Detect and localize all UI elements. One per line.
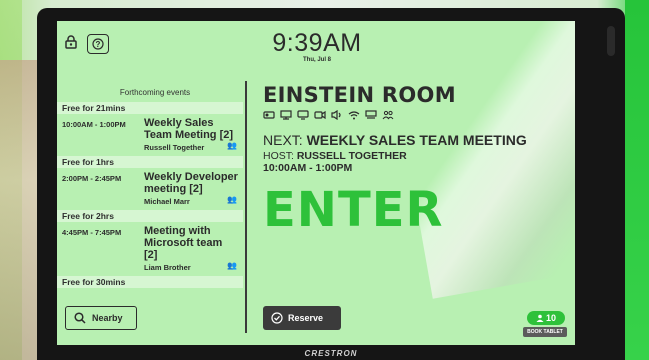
background-person (0, 60, 40, 360)
event-title: Meeting with Microsoft team [2] (144, 225, 223, 261)
schedule-event[interactable]: 4:45PM - 7:45PM Meeting with Microsoft t… (57, 222, 243, 276)
speaker-icon (331, 110, 343, 120)
background-right (625, 0, 649, 360)
panel-divider (245, 81, 247, 333)
check-circle-icon (271, 312, 283, 324)
capacity-badge: 10 (527, 311, 565, 325)
presentation-icon (280, 110, 292, 120)
wifi-icon (348, 110, 360, 120)
free-slot: Free for 21mins (57, 102, 243, 114)
host-prefix: HOST: (263, 150, 294, 162)
clock-time: 9:39AM (272, 29, 362, 57)
enter-button[interactable]: ENTER (263, 182, 563, 238)
question-icon: ? (92, 38, 104, 50)
event-time: 4:45PM - 7:45PM (62, 228, 122, 237)
book-tablet-label: BOOK TABLET (523, 327, 567, 337)
room-name: EINSTEIN ROOM (263, 83, 456, 107)
next-meeting-title: WEEKLY SALES TEAM MEETING (306, 132, 527, 148)
capacity-count: 10 (545, 313, 556, 323)
display-icon (365, 110, 377, 120)
top-icons: ? (65, 34, 109, 54)
free-slot: Free for 1hrs (57, 156, 243, 168)
next-meeting: NEXT: WEEKLY SALES TEAM MEETING (263, 132, 563, 149)
person-icon (536, 314, 544, 322)
schedule-event[interactable]: 10:00AM - 1:00PM Weekly Sales Team Meeti… (57, 114, 243, 156)
event-time: 2:00PM - 2:45PM (62, 174, 122, 183)
meeting-time: 10:00AM - 1:00PM (263, 162, 353, 174)
host-name: RUSSELL TOGETHER (296, 150, 407, 162)
svg-text:?: ? (96, 40, 101, 49)
event-title: Weekly Developer meeting [2] (144, 171, 238, 195)
schedule-title: Forthcoming events (119, 88, 191, 97)
room-booking-screen: ? 9:39AM Thu, Jul 8 Forthcoming events F… (57, 21, 575, 345)
schedule-event[interactable]: 2:00PM - 2:45PM Weekly Developer meeting… (57, 168, 243, 210)
camera-dot (607, 26, 615, 56)
brand-label: CRESTRON (304, 349, 358, 358)
attendees-icon: 👥 (227, 195, 237, 204)
video-camera-icon (314, 110, 326, 120)
reserve-button[interactable]: Reserve (263, 306, 341, 330)
room-status-panel: EINSTEIN ROOM NEXT: WEEKLY SALES TEAM ME… (263, 83, 563, 238)
projector-icon (263, 110, 275, 120)
next-prefix: NEXT: (263, 132, 303, 148)
nearby-label: Nearby (92, 313, 123, 323)
event-host: Liam Brother (144, 263, 191, 272)
nearby-button[interactable]: Nearby (65, 306, 137, 330)
host-line: HOST: RUSSELL TOGETHER (263, 150, 563, 162)
free-slot: Free for 30mins (57, 276, 243, 288)
help-button[interactable]: ? (87, 34, 109, 54)
attendees-icon: 👥 (227, 141, 237, 150)
clock: 9:39AM Thu, Jul 8 (267, 29, 367, 63)
event-host: Russell Together (144, 143, 205, 152)
lock-icon[interactable] (65, 34, 77, 54)
free-slot: Free for 2hrs (57, 210, 243, 222)
people-icon (382, 110, 394, 120)
attendees-icon: 👥 (227, 261, 237, 270)
reserve-label: Reserve (288, 313, 324, 323)
search-icon (74, 312, 86, 324)
event-title: Weekly Sales Team Meeting [2] (144, 117, 234, 141)
event-time: 10:00AM - 1:00PM (62, 120, 126, 129)
monitor-icon (297, 110, 309, 120)
amenities-row (263, 110, 563, 120)
event-host: Michael Marr (144, 197, 190, 206)
